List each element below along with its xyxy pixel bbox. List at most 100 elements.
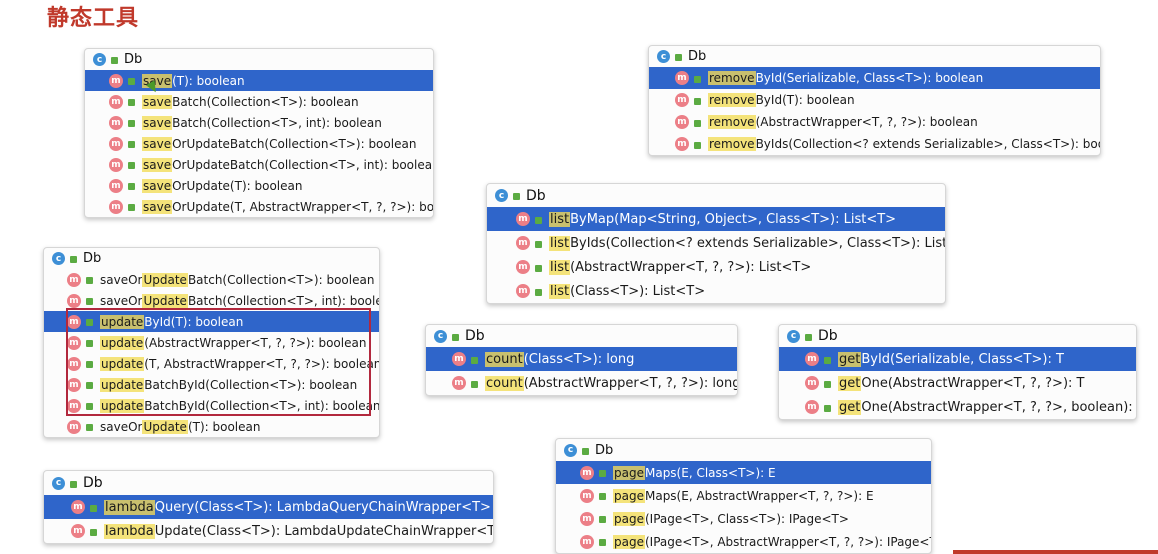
method-signature: OrUpdate(T): boolean — [172, 178, 303, 193]
method-icon: m — [516, 260, 530, 274]
match-highlight: update — [100, 356, 145, 371]
method-signature: (AbstractWrapper<T, ?, ?>): List<T> — [570, 259, 812, 275]
method-signature: One(AbstractWrapper<T, ?, ?>, boolean): … — [861, 399, 1137, 415]
autocomplete-popup-update: c Db m saveOr Update Batch(Collection<T>): bo… — [43, 247, 380, 438]
match-highlight: update — [100, 335, 145, 350]
match-highlight: Update — [142, 419, 188, 434]
public-lock-icon — [599, 493, 606, 500]
class-icon: c — [52, 476, 65, 490]
public-lock-icon — [86, 319, 93, 326]
method-icon: m — [67, 335, 81, 350]
class-name: Db — [688, 49, 707, 64]
match-highlight: get — [838, 399, 862, 415]
match-highlight: update — [100, 398, 145, 413]
popup-header: c Db — [44, 471, 493, 495]
public-lock-icon — [599, 516, 606, 523]
public-lock-icon — [86, 340, 93, 347]
completion-item[interactable]: m remove ById(T): boolean — [649, 89, 1100, 111]
match-highlight: count — [485, 351, 524, 367]
page-title: 静态工具 — [47, 6, 140, 31]
completion-item[interactable]: m saveOrUpdateBatch(Collection<T>): boole… — [44, 269, 379, 290]
method-signature: OrUpdateBatch(Collection<T>, int): boole… — [172, 157, 434, 172]
completion-item[interactable]: m saveOrUpdateBatch(Collection<T>, int): … — [85, 154, 433, 175]
completion-item[interactable]: m update (AbstractWrapper<T, ?, ?>): boole… — [44, 332, 379, 353]
method-signature: OrUpdate(T, AbstractWrapper<T, ?, ?>): b… — [172, 199, 434, 214]
completion-item[interactable]: m get One(AbstractWrapper<T, ?, ?>, boolea… — [779, 395, 1136, 419]
completion-item[interactable]: m count (AbstractWrapper<T, ?, ?>): long — [426, 371, 737, 395]
match-highlight: list — [549, 211, 571, 227]
public-lock-icon — [535, 216, 542, 224]
completion-item[interactable]: m page (IPage<T>, AbstractWrapper<T, ?, ?>… — [556, 530, 931, 553]
completion-item[interactable]: m lambda Update(Class<T>): LambdaUpdateCha… — [44, 519, 493, 543]
match-highlight: list — [549, 235, 571, 251]
match-highlight: page — [613, 465, 645, 480]
method-signature: Query(Class<T>): LambdaQueryChainWrapper… — [154, 499, 491, 515]
public-lock-icon — [824, 356, 831, 364]
method-icon: m — [805, 352, 819, 366]
completion-item[interactable]: m list (AbstractWrapper<T, ?, ?>): List<T> — [487, 255, 945, 279]
method-signature: ById(Serializable, Class<T>): T — [861, 351, 1064, 367]
method-signature: Maps(E, AbstractWrapper<T, ?, ?>): E — [644, 488, 874, 503]
completion-item[interactable]: m count (Class<T>): long — [426, 347, 737, 371]
method-icon: m — [580, 534, 594, 549]
method-icon: m — [109, 178, 123, 193]
method-icon: m — [675, 115, 689, 129]
method-icon: m — [67, 377, 81, 392]
class-name: Db — [83, 251, 102, 266]
completion-item[interactable]: m remove ByIds(Collection<? extends Serial… — [649, 133, 1100, 155]
class-name: Db — [526, 187, 546, 204]
method-signature: (AbstractWrapper<T, ?, ?>): long — [523, 375, 738, 391]
completion-item[interactable]: m saveOrUpdate(T): boolean — [85, 175, 433, 196]
completion-item[interactable]: m get ById(Serializable, Class<T>): T — [779, 347, 1136, 371]
completion-item[interactable]: m remove ById(Serializable, Class<T>): boo… — [649, 67, 1100, 89]
completion-item[interactable]: m update (T, AbstractWrapper<T, ?, ?>): bo… — [44, 353, 379, 374]
completion-item[interactable]: m saveOrUpdateBatch(Collection<T>): boole… — [85, 133, 433, 154]
completion-item[interactable]: m update BatchById(Collection<T>, int): bo… — [44, 395, 379, 416]
completion-item[interactable]: m lambda Query(Class<T>): LambdaQueryChain… — [44, 495, 493, 519]
completion-item[interactable]: m save (T): boolean — [85, 70, 433, 91]
popup-header: c Db — [556, 439, 931, 461]
match-highlight: update — [100, 377, 145, 392]
method-icon: m — [580, 488, 594, 503]
match-highlight: save — [142, 115, 173, 130]
public-lock-icon — [694, 119, 701, 127]
method-signature: Batch(Collection<T>, int): boolean — [187, 293, 380, 308]
completion-item[interactable]: m save OrUpdate(T, AbstractWrapper<T, ?, ?… — [85, 196, 433, 217]
completion-item[interactable]: m list ByMap(Map<String, Object>, Class<T>… — [487, 207, 945, 231]
completion-item[interactable]: m saveOrUpdate(T): boolean — [44, 416, 379, 437]
completion-item[interactable]: m page Maps(E, Class<T>): E — [556, 461, 931, 484]
method-signature: (AbstractWrapper<T, ?, ?>): boolean — [755, 115, 978, 129]
completion-item[interactable]: m remove (AbstractWrapper<T, ?, ?>): boole… — [649, 111, 1100, 133]
public-lock-icon — [128, 162, 135, 169]
public-lock-icon — [824, 404, 831, 412]
method-icon: m — [67, 356, 81, 371]
completion-item[interactable]: m update ById(T): boolean — [44, 311, 379, 332]
public-lock-icon — [471, 356, 478, 364]
autocomplete-popup-lambda: c Db m lambda Query(Class<T>): LambdaQueryCh… — [43, 470, 494, 544]
method-signature: (AbstractWrapper<T, ?, ?>): boolean — [144, 335, 367, 350]
completion-item[interactable]: m saveOrUpdateBatch(Collection<T>, int): … — [44, 290, 379, 311]
method-signature: BatchById(Collection<T>, int): boolean — [144, 398, 380, 413]
public-lock-icon — [599, 539, 606, 546]
method-signature: ById(Serializable, Class<T>): boolean — [755, 71, 984, 85]
completion-item[interactable]: m page Maps(E, AbstractWrapper<T, ?, ?>): … — [556, 484, 931, 507]
match-highlight: lambda — [104, 499, 155, 515]
method-icon: m — [67, 272, 81, 287]
class-name: Db — [595, 442, 614, 458]
completion-item[interactable]: m get One(AbstractWrapper<T, ?, ?>): T — [779, 371, 1136, 395]
completion-item[interactable]: m list (Class<T>): List<T> — [487, 279, 945, 303]
public-lock-icon — [86, 277, 93, 284]
completion-item[interactable]: m update BatchById(Collection<T>): boolean — [44, 374, 379, 395]
match-highlight: remove — [708, 71, 756, 85]
method-icon: m — [580, 511, 594, 526]
popup-header: c Db — [779, 325, 1136, 347]
public-lock-icon — [86, 424, 93, 431]
completion-item[interactable]: m save Batch(Collection<T>): boolean — [85, 91, 433, 112]
completion-item[interactable]: m list ByIds(Collection<? extends Serializ… — [487, 231, 945, 255]
method-icon: m — [109, 115, 123, 130]
method-signature: ByIds(Collection<? extends Serializable>… — [570, 235, 946, 251]
completion-item[interactable]: m page (IPage<T>, Class<T>): IPage<T> — [556, 507, 931, 530]
match-highlight: list — [549, 283, 571, 299]
completion-item[interactable]: m save Batch(Collection<T>, int): boolean — [85, 112, 433, 133]
popup-header: c Db — [85, 49, 433, 70]
